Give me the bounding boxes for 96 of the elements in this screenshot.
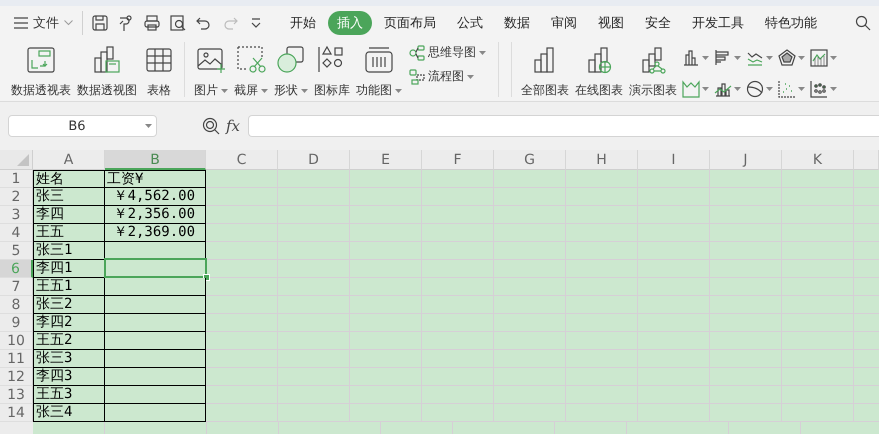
table-cell[interactable]: ￥2,369.00 [105,224,206,242]
table-cell[interactable]: 工资¥ [105,170,206,188]
table-cell[interactable]: 李四1 [33,260,105,278]
table-cell[interactable]: ￥2,356.00 [105,206,206,224]
row-header[interactable]: 4 [0,224,33,242]
ribbon-tab[interactable]: 数据 [495,11,539,35]
table-cell[interactable]: 张三1 [33,242,105,260]
row-header[interactable]: 11 [0,350,33,368]
save-icon [91,14,109,32]
table-cell[interactable]: 张三2 [33,296,105,314]
ribbon-tab[interactable]: 开发工具 [683,11,753,35]
save-button[interactable] [91,14,109,32]
column-header[interactable]: K [782,150,854,170]
table-cell[interactable]: 张三4 [33,404,105,422]
flowchart-icon [409,68,425,84]
row-header[interactable]: 2 [0,188,33,206]
table-cell[interactable]: 李四3 [33,368,105,386]
file-menu-button[interactable]: 文件 [14,14,73,32]
ribbon-button[interactable]: 形状 [271,42,311,101]
print-icon [143,14,161,32]
table-cell[interactable] [105,278,206,296]
ribbon-button[interactable]: 演示图表 [626,42,680,101]
table-cell[interactable]: 王五2 [33,332,105,350]
radar-chart-icon [778,48,796,67]
column-header[interactable]: D [278,150,350,170]
row-header[interactable]: 1 [0,170,33,188]
row-header[interactable]: 8 [0,296,33,314]
ribbon-tab[interactable]: 公式 [448,11,492,35]
table-cell[interactable] [105,386,206,404]
table-cell[interactable]: ￥4,562.00 [105,188,206,206]
column-header[interactable]: C [206,150,278,170]
ribbon-button[interactable]: 数据透视图 [74,42,140,101]
area-chart-icon [810,48,828,67]
table-cell[interactable] [105,350,206,368]
row-header[interactable]: 7 [0,278,33,296]
row-header[interactable]: 14 [0,404,33,422]
print-preview-button[interactable] [169,14,187,32]
table-cell[interactable] [105,404,206,422]
row-header[interactable]: 12 [0,368,33,386]
ribbon-tab[interactable]: 开始 [281,11,325,35]
table-cell[interactable]: 张三 [33,188,105,206]
table-cell[interactable]: 姓名 [33,170,105,188]
magnifier-icon [202,117,220,135]
column-header[interactable]: F [422,150,494,170]
table-cell[interactable]: 张三3 [33,350,105,368]
row-header[interactable]: 9 [0,314,33,332]
print-button[interactable] [143,14,161,32]
dot-chart-icon [810,80,828,98]
print-preview-icon [169,14,187,32]
ribbon-button[interactable]: 思维导图 [409,44,486,61]
ribbon-button[interactable]: 全部图表 [518,42,572,101]
table-cell[interactable] [105,368,206,386]
column-header[interactable]: E [350,150,422,170]
function-label: fx [226,117,240,135]
row-header[interactable]: 5 [0,242,33,260]
ribbon-button[interactable]: 图标库 [311,42,353,101]
scatter-chart-icon [778,80,796,98]
chevron-icon [64,20,73,26]
pie-chart-icon [746,80,764,98]
ribbon-tab[interactable]: 视图 [589,11,633,35]
table-cell[interactable]: 王五1 [33,278,105,296]
column-header[interactable]: I [638,150,710,170]
table-cell[interactable]: 李四2 [33,314,105,332]
ribbon-button[interactable]: 数据透视表 [8,42,74,101]
menu-icon [14,17,28,29]
column-header[interactable]: A [33,150,105,170]
formula-input[interactable] [248,115,879,137]
ribbon-button[interactable]: 表格 [140,42,178,101]
table-cell[interactable]: 王五3 [33,386,105,404]
ribbon-button[interactable]: 截屏 [231,42,271,101]
ribbon-tab[interactable]: 审阅 [542,11,586,35]
row-header[interactable]: 3 [0,206,33,224]
zoom-button[interactable] [202,117,220,135]
row-header[interactable]: 10 [0,332,33,350]
caret-icon [145,124,152,128]
table-cell[interactable]: 李四 [33,206,105,224]
table-cell[interactable] [105,296,206,314]
mind-map-icon [409,44,425,60]
ribbon-button[interactable]: 流程图 [409,68,486,85]
name-box[interactable]: B6 [8,115,157,137]
ribbon-button[interactable]: 在线图表 [572,42,626,101]
table-cell[interactable] [105,314,206,332]
ribbon-button[interactable]: 功能图 [353,42,405,101]
ribbon-tab[interactable]: 特色功能 [756,11,826,35]
table-cell[interactable]: 王五 [33,224,105,242]
column-header[interactable]: J [710,150,782,170]
column-header[interactable]: G [494,150,566,170]
ribbon-button[interactable]: 图片 [191,42,231,101]
search-icon [855,15,871,31]
column-header[interactable]: H [566,150,638,170]
ribbon-tab[interactable]: 安全 [636,11,680,35]
ribbon-tab[interactable]: 页面布局 [375,11,445,35]
file-label: 文件 [33,15,59,32]
table-cell[interactable] [105,332,206,350]
column-chart-icon [682,48,700,67]
row-header[interactable]: 13 [0,386,33,404]
